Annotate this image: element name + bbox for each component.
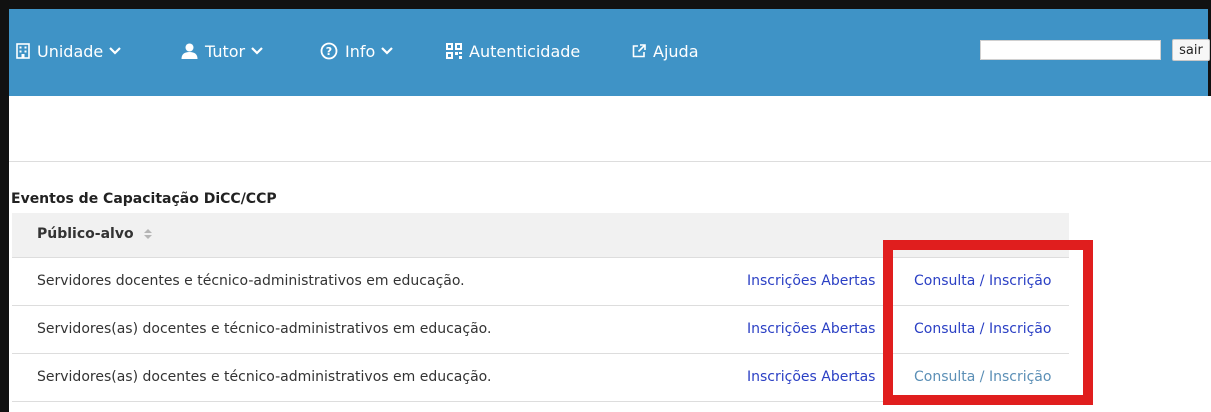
table-row: Servidores docentes e técnico-administra… <box>12 258 1069 306</box>
search-input[interactable] <box>980 40 1161 60</box>
table-row: Servidores(as) docentes e técnico-admini… <box>12 306 1069 354</box>
nav-info-label: Info <box>345 41 376 61</box>
nav-autenticidade-label: Autenticidade <box>469 41 581 61</box>
nav-unidade-menu[interactable]: Unidade <box>16 36 122 66</box>
column-header-label: Público-alvo <box>37 226 134 242</box>
nav-ajuda-link[interactable]: Ajuda <box>632 36 699 66</box>
nav-ajuda-label: Ajuda <box>653 41 699 61</box>
section-title: Eventos de Capacitação DiCC/CCP <box>11 191 277 207</box>
inscricoes-abertas-link[interactable]: Inscrições Abertas <box>747 321 875 337</box>
external-link-icon <box>632 44 646 58</box>
nav-tutor-menu[interactable]: Tutor <box>181 36 263 66</box>
publico-alvo-cell: Servidores(as) docentes e técnico-admini… <box>37 369 492 385</box>
sort-icon[interactable] <box>143 228 153 240</box>
publico-alvo-cell: Servidores docentes e técnico-administra… <box>37 273 465 289</box>
building-icon <box>16 43 30 59</box>
window-frame-top <box>0 0 1211 9</box>
nav-unidade-label: Unidade <box>37 41 104 61</box>
table-row: Servidores(as) docentes e técnico-admini… <box>12 354 1069 402</box>
chevron-down-icon <box>109 47 122 55</box>
question-circle-icon: ? <box>320 42 338 60</box>
consulta-inscricao-link[interactable]: Consulta / Inscrição <box>914 369 1051 385</box>
user-icon <box>181 43 198 59</box>
consulta-inscricao-link[interactable]: Consulta / Inscrição <box>914 321 1051 337</box>
svg-text:?: ? <box>326 45 332 58</box>
chevron-down-icon <box>381 47 394 55</box>
column-header-publico-alvo[interactable]: Público-alvo <box>37 226 153 242</box>
inscricoes-abertas-link[interactable]: Inscrições Abertas <box>747 369 875 385</box>
window-frame-left <box>0 0 9 412</box>
logout-button[interactable]: sair <box>1172 39 1210 61</box>
chevron-down-icon <box>251 47 263 55</box>
consulta-inscricao-link[interactable]: Consulta / Inscrição <box>914 273 1051 289</box>
nav-info-menu[interactable]: ? Info <box>320 36 394 66</box>
inscricoes-abertas-link[interactable]: Inscrições Abertas <box>747 273 875 289</box>
divider <box>9 161 1211 162</box>
qrcode-icon <box>446 43 462 59</box>
publico-alvo-cell: Servidores(as) docentes e técnico-admini… <box>37 321 492 337</box>
events-table: Público-alvo Servidores docentes e técni… <box>12 213 1069 402</box>
nav-autenticidade-link[interactable]: Autenticidade <box>446 36 580 66</box>
nav-tutor-label: Tutor <box>205 41 246 61</box>
table-header: Público-alvo <box>12 213 1069 258</box>
top-navbar: Unidade Tutor ? Info Autenticidade Ajuda… <box>9 9 1210 96</box>
